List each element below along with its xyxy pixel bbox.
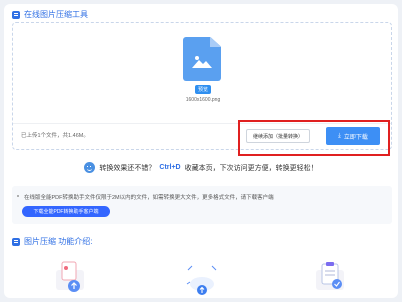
highlight-box [238, 120, 390, 156]
promo-lead: 转换效果还不错？ [99, 164, 156, 172]
features-title: 图片压缩 功能介绍: [24, 237, 93, 246]
tool-header: 在线图片压缩工具 [12, 9, 88, 20]
promo-tail: 收藏本页，下次访问更方便，转换更轻松！ [184, 164, 318, 172]
file-name: 1600x1600.png [185, 97, 221, 103]
feature-card-3 [310, 256, 350, 296]
clipboard-check-icon [321, 262, 342, 289]
upload-cloud-icon [186, 265, 217, 295]
upload-info: 已上传1个文件，共1.46M。 [21, 133, 89, 139]
feature-card-2 [182, 260, 222, 300]
features-header: 图片压缩 功能介绍: [12, 236, 92, 247]
document-upload-icon [61, 261, 80, 292]
notice-box: 在线版全能PDF转换助手文件仅限于2M以内的文件，如需转换更大文件，更多格式文件… [12, 186, 392, 224]
shortcut-text: Ctrl+D [159, 164, 181, 171]
tool-title: 在线图片压缩工具 [24, 10, 88, 19]
download-client-button[interactable]: 下载全能PDF转换助手客户端 [22, 206, 110, 217]
image-file-icon [183, 37, 221, 81]
menu-icon [12, 10, 20, 19]
bullet-dot [17, 195, 19, 197]
preview-button[interactable]: 预览 [195, 85, 212, 94]
smile-icon [84, 162, 96, 173]
feature-card-1 [50, 256, 90, 296]
promo-line: 转换效果还不错？ Ctrl+D 收藏本页，下次访问更方便，转换更轻松！ [0, 162, 402, 173]
notice-text: 在线版全能PDF转换助手文件仅限于2M以内的文件，如需转换更大文件，更多格式文件… [24, 195, 274, 201]
menu-icon [12, 237, 20, 246]
